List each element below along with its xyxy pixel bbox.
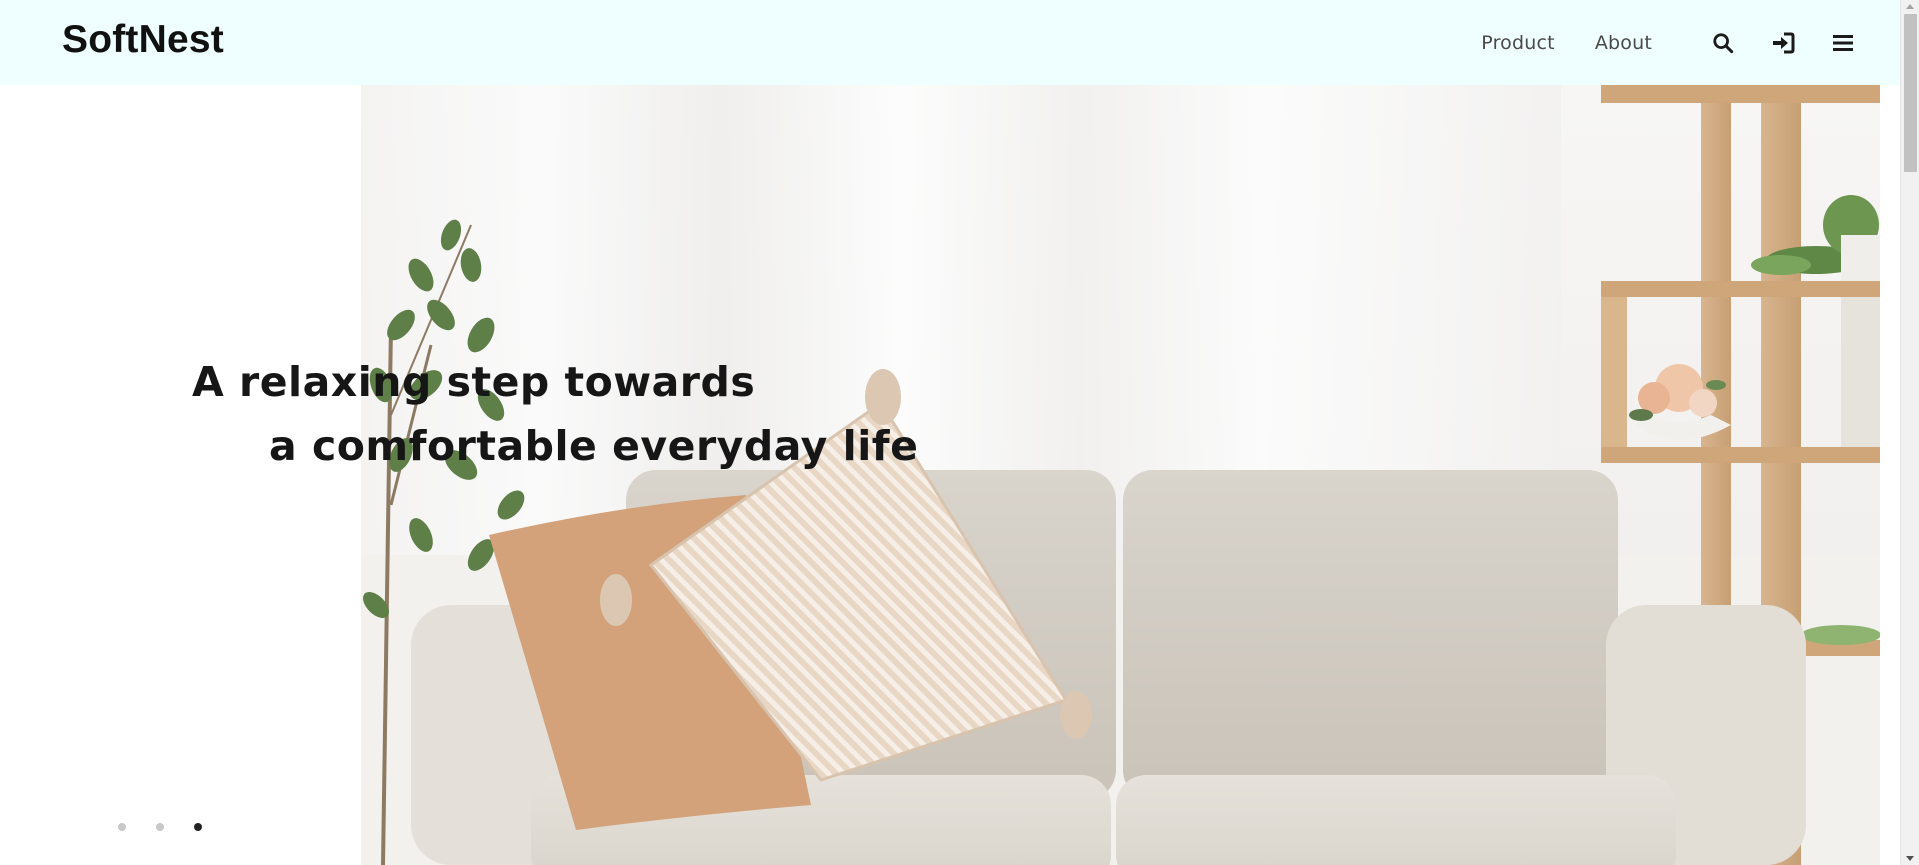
menu-icon[interactable] xyxy=(1831,31,1855,55)
scroll-up-arrow-icon[interactable] xyxy=(1906,4,1914,9)
brand-logo[interactable]: SoftNest xyxy=(62,18,224,62)
hero-headline: A relaxing step towards a comfortable ev… xyxy=(192,350,918,478)
main-nav: Product About xyxy=(1481,0,1872,85)
sign-in-icon[interactable] xyxy=(1771,31,1795,55)
slider-pagination xyxy=(118,823,232,831)
hero-headline-line1: A relaxing step towards xyxy=(192,358,756,406)
slide-dot-2[interactable] xyxy=(156,823,164,831)
scroll-down-arrow-icon[interactable] xyxy=(1906,856,1914,861)
slide-dot-1[interactable] xyxy=(118,823,126,831)
slide-dot-3-active[interactable] xyxy=(194,823,202,831)
hero-headline-line2: a comfortable everyday life xyxy=(269,422,919,470)
scrollbar-thumb[interactable] xyxy=(1904,14,1917,172)
site-header: SoftNest Product About xyxy=(0,0,1900,85)
search-icon[interactable] xyxy=(1711,31,1735,55)
page: SoftNest Product About A relaxing step t… xyxy=(0,0,1919,865)
nav-link-about[interactable]: About xyxy=(1595,32,1652,54)
page-scrollbar[interactable] xyxy=(1900,0,1919,865)
nav-link-product[interactable]: Product xyxy=(1481,32,1555,54)
hero-section: A relaxing step towards a comfortable ev… xyxy=(0,85,1900,865)
